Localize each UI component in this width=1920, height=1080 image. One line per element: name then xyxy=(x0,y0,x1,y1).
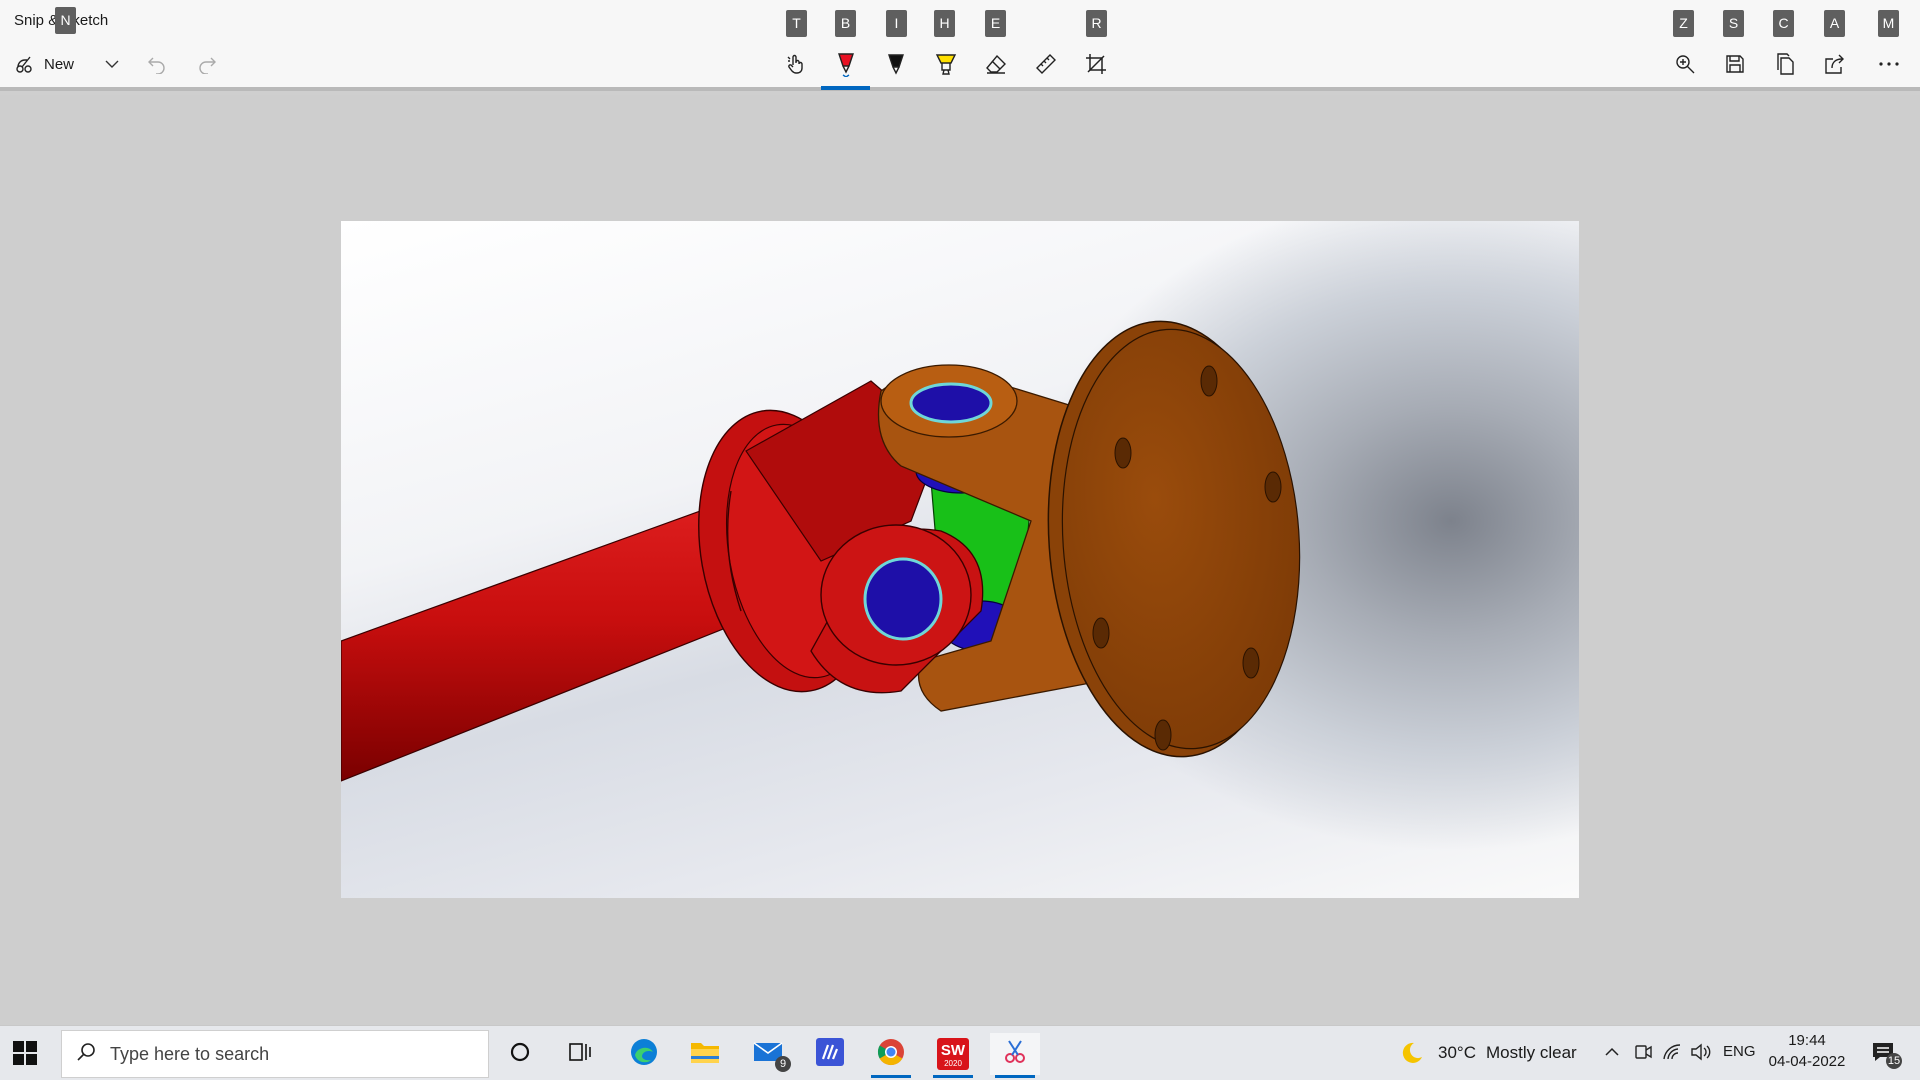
taskbar-mail[interactable]: 9 xyxy=(743,1033,793,1075)
task-view-button[interactable] xyxy=(555,1033,605,1075)
touch-writing-icon xyxy=(785,53,807,75)
eraser-button[interactable] xyxy=(981,48,1011,80)
crop-icon xyxy=(1085,53,1107,75)
copy-icon xyxy=(1775,53,1795,75)
solidworks-icon: SW 2020 xyxy=(937,1038,969,1070)
touch-writing-button[interactable] xyxy=(781,48,811,80)
ruler-icon xyxy=(1035,53,1057,75)
meet-now-button[interactable] xyxy=(1631,1033,1655,1075)
folder-icon xyxy=(690,1039,720,1070)
taskbar-search-box[interactable]: Type here to search xyxy=(61,1030,489,1078)
keytip-share: A xyxy=(1824,10,1845,37)
save-button[interactable] xyxy=(1720,48,1750,80)
screenshot-image[interactable] xyxy=(341,221,1579,898)
more-icon xyxy=(1878,61,1900,67)
chrome-icon xyxy=(876,1037,906,1072)
input-language[interactable]: ENG xyxy=(1723,1043,1756,1060)
pencil-icon xyxy=(885,52,907,76)
taskbar-visual-studio[interactable] xyxy=(805,1033,855,1075)
running-indicator xyxy=(871,1075,911,1078)
volume-button[interactable] xyxy=(1689,1033,1713,1075)
keytip-copy: C xyxy=(1773,10,1794,37)
taskbar-snip-sketch[interactable] xyxy=(990,1033,1040,1078)
speaker-icon xyxy=(1690,1043,1712,1066)
action-center-button[interactable]: 15 xyxy=(1858,1033,1908,1075)
highlighter-icon xyxy=(934,52,958,76)
more-options-button[interactable] xyxy=(1874,48,1904,80)
taskbar-solidworks[interactable]: SW 2020 xyxy=(928,1033,978,1078)
keytip-eraser: E xyxy=(985,10,1006,37)
taskbar-chrome[interactable] xyxy=(866,1033,916,1078)
save-icon xyxy=(1725,54,1745,74)
ballpoint-pen-button[interactable] xyxy=(831,48,861,80)
chevron-down-icon xyxy=(104,56,120,72)
keytip-crop: R xyxy=(1086,10,1107,37)
copy-button[interactable] xyxy=(1770,48,1800,80)
undo-button[interactable] xyxy=(145,48,169,80)
zoom-icon xyxy=(1674,53,1696,75)
cortana-icon xyxy=(509,1041,531,1068)
keytip-ballpoint: B xyxy=(835,10,856,37)
pencil-button[interactable] xyxy=(881,48,911,80)
active-tool-indicator xyxy=(821,86,870,90)
highlighter-button[interactable] xyxy=(931,48,961,80)
solidworks-label: SW xyxy=(940,1042,966,1059)
taskbar: Type here to search 9 SW 2020 30°C Mostl… xyxy=(0,1025,1920,1080)
ballpoint-pen-icon xyxy=(835,51,857,77)
notification-badge: 15 xyxy=(1886,1053,1902,1069)
weather-temp: 30°C xyxy=(1438,1043,1476,1062)
task-view-icon xyxy=(568,1041,592,1068)
keytip-pencil: I xyxy=(886,10,907,37)
title-bar: Snip & Sketch N T B I H E R Z S C A M Ne… xyxy=(0,0,1920,91)
snip-icon xyxy=(14,53,36,75)
clock[interactable]: 19:44 04-04-2022 xyxy=(1766,1032,1848,1070)
taskbar-file-explorer[interactable] xyxy=(680,1033,730,1075)
edge-icon xyxy=(629,1037,659,1072)
vs-code-icon xyxy=(815,1037,845,1072)
keytip-save: S xyxy=(1723,10,1744,37)
keytip-highlighter: H xyxy=(934,10,955,37)
cortana-button[interactable] xyxy=(495,1033,545,1075)
snip-sketch-icon xyxy=(1001,1038,1029,1071)
wifi-icon xyxy=(1662,1043,1682,1066)
windows-logo-icon xyxy=(12,1041,38,1070)
network-button[interactable] xyxy=(1660,1033,1684,1075)
eraser-icon xyxy=(984,53,1008,75)
share-icon xyxy=(1824,53,1846,75)
clock-time: 19:44 xyxy=(1788,1032,1826,1049)
show-hidden-icons-button[interactable] xyxy=(1600,1033,1624,1075)
start-button[interactable] xyxy=(12,1040,38,1066)
zoom-button[interactable] xyxy=(1670,48,1700,80)
crop-button[interactable] xyxy=(1081,48,1111,80)
redo-button[interactable] xyxy=(195,48,219,80)
mail-badge: 9 xyxy=(775,1056,791,1072)
clock-date: 04-04-2022 xyxy=(1768,1053,1846,1070)
running-indicator xyxy=(933,1075,973,1078)
search-icon xyxy=(76,1042,96,1067)
keytip-zoom: Z xyxy=(1673,10,1694,37)
keytip-new: N xyxy=(55,7,76,34)
undo-icon xyxy=(147,54,167,74)
keytip-touch: T xyxy=(786,10,807,37)
ruler-button[interactable] xyxy=(1031,48,1061,80)
running-indicator xyxy=(995,1075,1035,1078)
video-camera-icon xyxy=(1633,1043,1653,1066)
weather-desc: Mostly clear xyxy=(1486,1043,1577,1062)
new-button[interactable]: New xyxy=(14,48,104,80)
chevron-up-icon xyxy=(1604,1045,1620,1063)
keytip-more: M xyxy=(1878,10,1899,37)
search-placeholder: Type here to search xyxy=(110,1043,270,1064)
universal-joint-render xyxy=(341,320,1301,782)
taskbar-edge[interactable] xyxy=(619,1033,669,1075)
new-button-label: New xyxy=(44,55,75,73)
redo-icon xyxy=(197,54,217,74)
share-button[interactable] xyxy=(1820,48,1850,80)
new-dropdown-button[interactable] xyxy=(100,48,124,80)
moon-icon xyxy=(1400,1041,1424,1070)
solidworks-version: 2020 xyxy=(944,1059,962,1068)
